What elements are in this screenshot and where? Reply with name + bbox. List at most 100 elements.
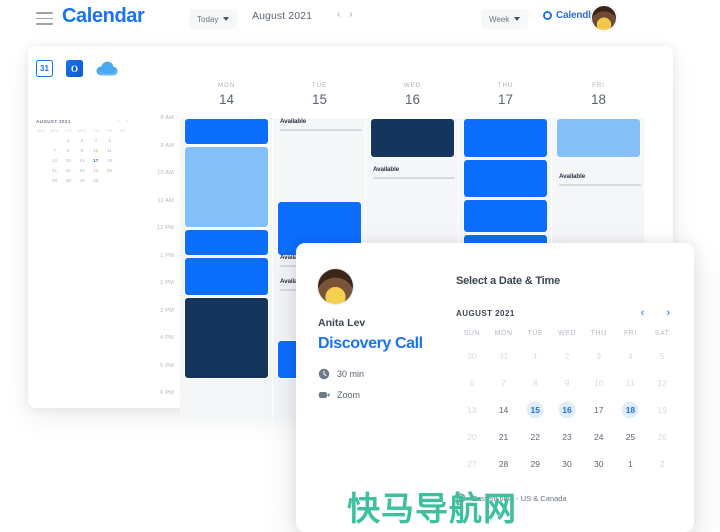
week-day-name: FRI	[592, 82, 605, 89]
calendar-event[interactable]	[370, 118, 455, 158]
google-calendar-icon[interactable]: 31	[36, 60, 53, 77]
picker-date-text: 5	[659, 351, 665, 361]
picker-date-text: 14	[498, 405, 509, 415]
next-month-icon[interactable]: ›	[349, 10, 352, 20]
mini-date-cell[interactable]: 11	[103, 148, 117, 153]
mini-date-cell[interactable]: 30	[89, 178, 103, 183]
picker-date-cell[interactable]: 25	[615, 429, 647, 445]
user-avatar[interactable]	[591, 5, 617, 31]
picker-date-text: 31	[498, 351, 509, 361]
time-label: 10 AM	[157, 170, 174, 176]
available-slot[interactable]: Available	[556, 173, 641, 187]
picker-date-cell[interactable]: 23	[551, 429, 583, 445]
picker-date-cell[interactable]: 22	[519, 429, 551, 445]
calendar-event[interactable]	[463, 159, 548, 198]
mini-dow: THU	[91, 129, 100, 133]
week-day-header: MON 14	[180, 82, 273, 107]
mini-date-cell[interactable]: 7	[48, 148, 62, 153]
picker-date-cell[interactable]: 30	[551, 456, 583, 472]
picker-prev-month-icon[interactable]: ‹	[641, 308, 645, 319]
picker-next-month-icon[interactable]: ›	[666, 308, 670, 319]
picker-date-text: 13	[467, 405, 477, 415]
week-day-header: THU 17	[459, 82, 552, 107]
picker-date-cell[interactable]: 30	[583, 456, 615, 472]
mini-date-cell	[34, 168, 48, 173]
mini-date-cell[interactable]: 28	[48, 178, 62, 183]
available-slot[interactable]: Available	[370, 166, 455, 180]
app-brand-title: Calendar	[62, 5, 145, 27]
picker-date-cell: 10	[583, 375, 615, 391]
event-title: Discovery Call	[318, 335, 423, 352]
mini-date-cell[interactable]: 24	[89, 168, 103, 173]
picker-date-text: 23	[562, 432, 572, 442]
week-day-number: 14	[218, 92, 235, 107]
mini-date-cell[interactable]: 16	[75, 158, 89, 163]
event-location: Zoom	[337, 390, 361, 400]
picker-date-text: 28	[498, 459, 509, 469]
mini-date-cell[interactable]: 15	[61, 158, 75, 163]
prev-month-icon[interactable]: ‹	[337, 10, 340, 20]
available-slot[interactable]: Available	[277, 118, 362, 132]
mini-date-cell[interactable]: 18	[103, 158, 117, 163]
mini-date-cell[interactable]: 14	[48, 158, 62, 163]
mini-date-cell[interactable]: 2	[75, 138, 89, 143]
time-label: 9 AM	[160, 142, 174, 149]
picker-date-cell[interactable]: 29	[519, 456, 551, 472]
video-camera-icon	[318, 392, 330, 398]
mini-date-cell[interactable]: 4	[103, 138, 117, 143]
mini-date-cell[interactable]: 25	[103, 168, 117, 173]
mini-calendar-header: AUGUST 2021 ‹ ›	[34, 118, 130, 124]
mini-next-month-icon[interactable]: ›	[126, 118, 128, 124]
picker-date-cell: 7	[488, 375, 520, 391]
view-week-dropdown-button[interactable]: Week	[481, 9, 529, 29]
calendar-event[interactable]	[184, 118, 269, 145]
calendly-logo[interactable]: Calendly	[543, 10, 596, 21]
mini-date-cell[interactable]: 3	[89, 138, 103, 143]
picker-date-text: 16	[562, 405, 572, 415]
calendar-event[interactable]	[184, 146, 269, 228]
time-label: 6 PM	[160, 390, 174, 396]
current-month-label: August 2021	[252, 10, 313, 22]
mini-prev-month-icon[interactable]: ‹	[118, 118, 120, 124]
chevron-down-icon	[223, 17, 230, 21]
calendar-event[interactable]	[463, 199, 548, 233]
mini-date-cell[interactable]: 8	[61, 148, 75, 153]
calendar-event[interactable]	[184, 229, 269, 256]
mini-date-cell[interactable]: 9	[75, 148, 89, 153]
picker-date-text: 3	[596, 351, 602, 361]
time-label: 12 PM	[156, 225, 174, 231]
available-slot-label: Available	[280, 118, 307, 125]
calendar-event[interactable]	[463, 118, 548, 158]
picker-date-text: 25	[625, 432, 636, 442]
today-dropdown-button[interactable]: Today	[189, 9, 238, 29]
mini-date-cell[interactable]: 10	[89, 148, 103, 153]
mini-date-cell[interactable]: 23	[75, 168, 89, 173]
picker-date-cell[interactable]: 18	[615, 402, 647, 418]
mini-date-cell[interactable]: 21	[48, 168, 62, 173]
picker-date-cell[interactable]: 16	[551, 402, 583, 418]
mini-date-cell[interactable]: 29	[61, 178, 75, 183]
mini-date-cell[interactable]: 17	[89, 158, 103, 163]
picker-date-cell: 8	[519, 375, 551, 391]
top-bar: Calendar Today August 2021 ‹ › Week Cale…	[0, 0, 720, 38]
picker-date-cell[interactable]: 1	[615, 456, 647, 472]
mini-date-cell[interactable]: 30	[75, 178, 89, 183]
hamburger-icon[interactable]	[36, 12, 53, 25]
picker-date-cell[interactable]: 21	[488, 429, 520, 445]
picker-date-cell[interactable]: 24	[583, 429, 615, 445]
outlook-icon[interactable]: O	[66, 60, 83, 77]
icloud-icon[interactable]	[96, 61, 118, 76]
picker-date-cell[interactable]: 14	[488, 402, 520, 418]
calendar-event[interactable]	[556, 118, 641, 158]
calendar-event[interactable]	[184, 257, 269, 296]
picker-date-cell: 4	[615, 348, 647, 364]
mini-date-cell[interactable]: 1	[61, 138, 75, 143]
picker-date-cell[interactable]: 28	[488, 456, 520, 472]
week-day-header: TUE 15	[273, 82, 366, 107]
picker-date-text: 27	[467, 459, 477, 469]
mini-date-cell[interactable]: 22	[61, 168, 75, 173]
calendar-event[interactable]	[184, 297, 269, 379]
picker-date-cell[interactable]: 15	[519, 402, 551, 418]
mini-calendar-month: AUGUST 2021	[36, 118, 71, 124]
picker-date-cell[interactable]: 17	[583, 402, 615, 418]
